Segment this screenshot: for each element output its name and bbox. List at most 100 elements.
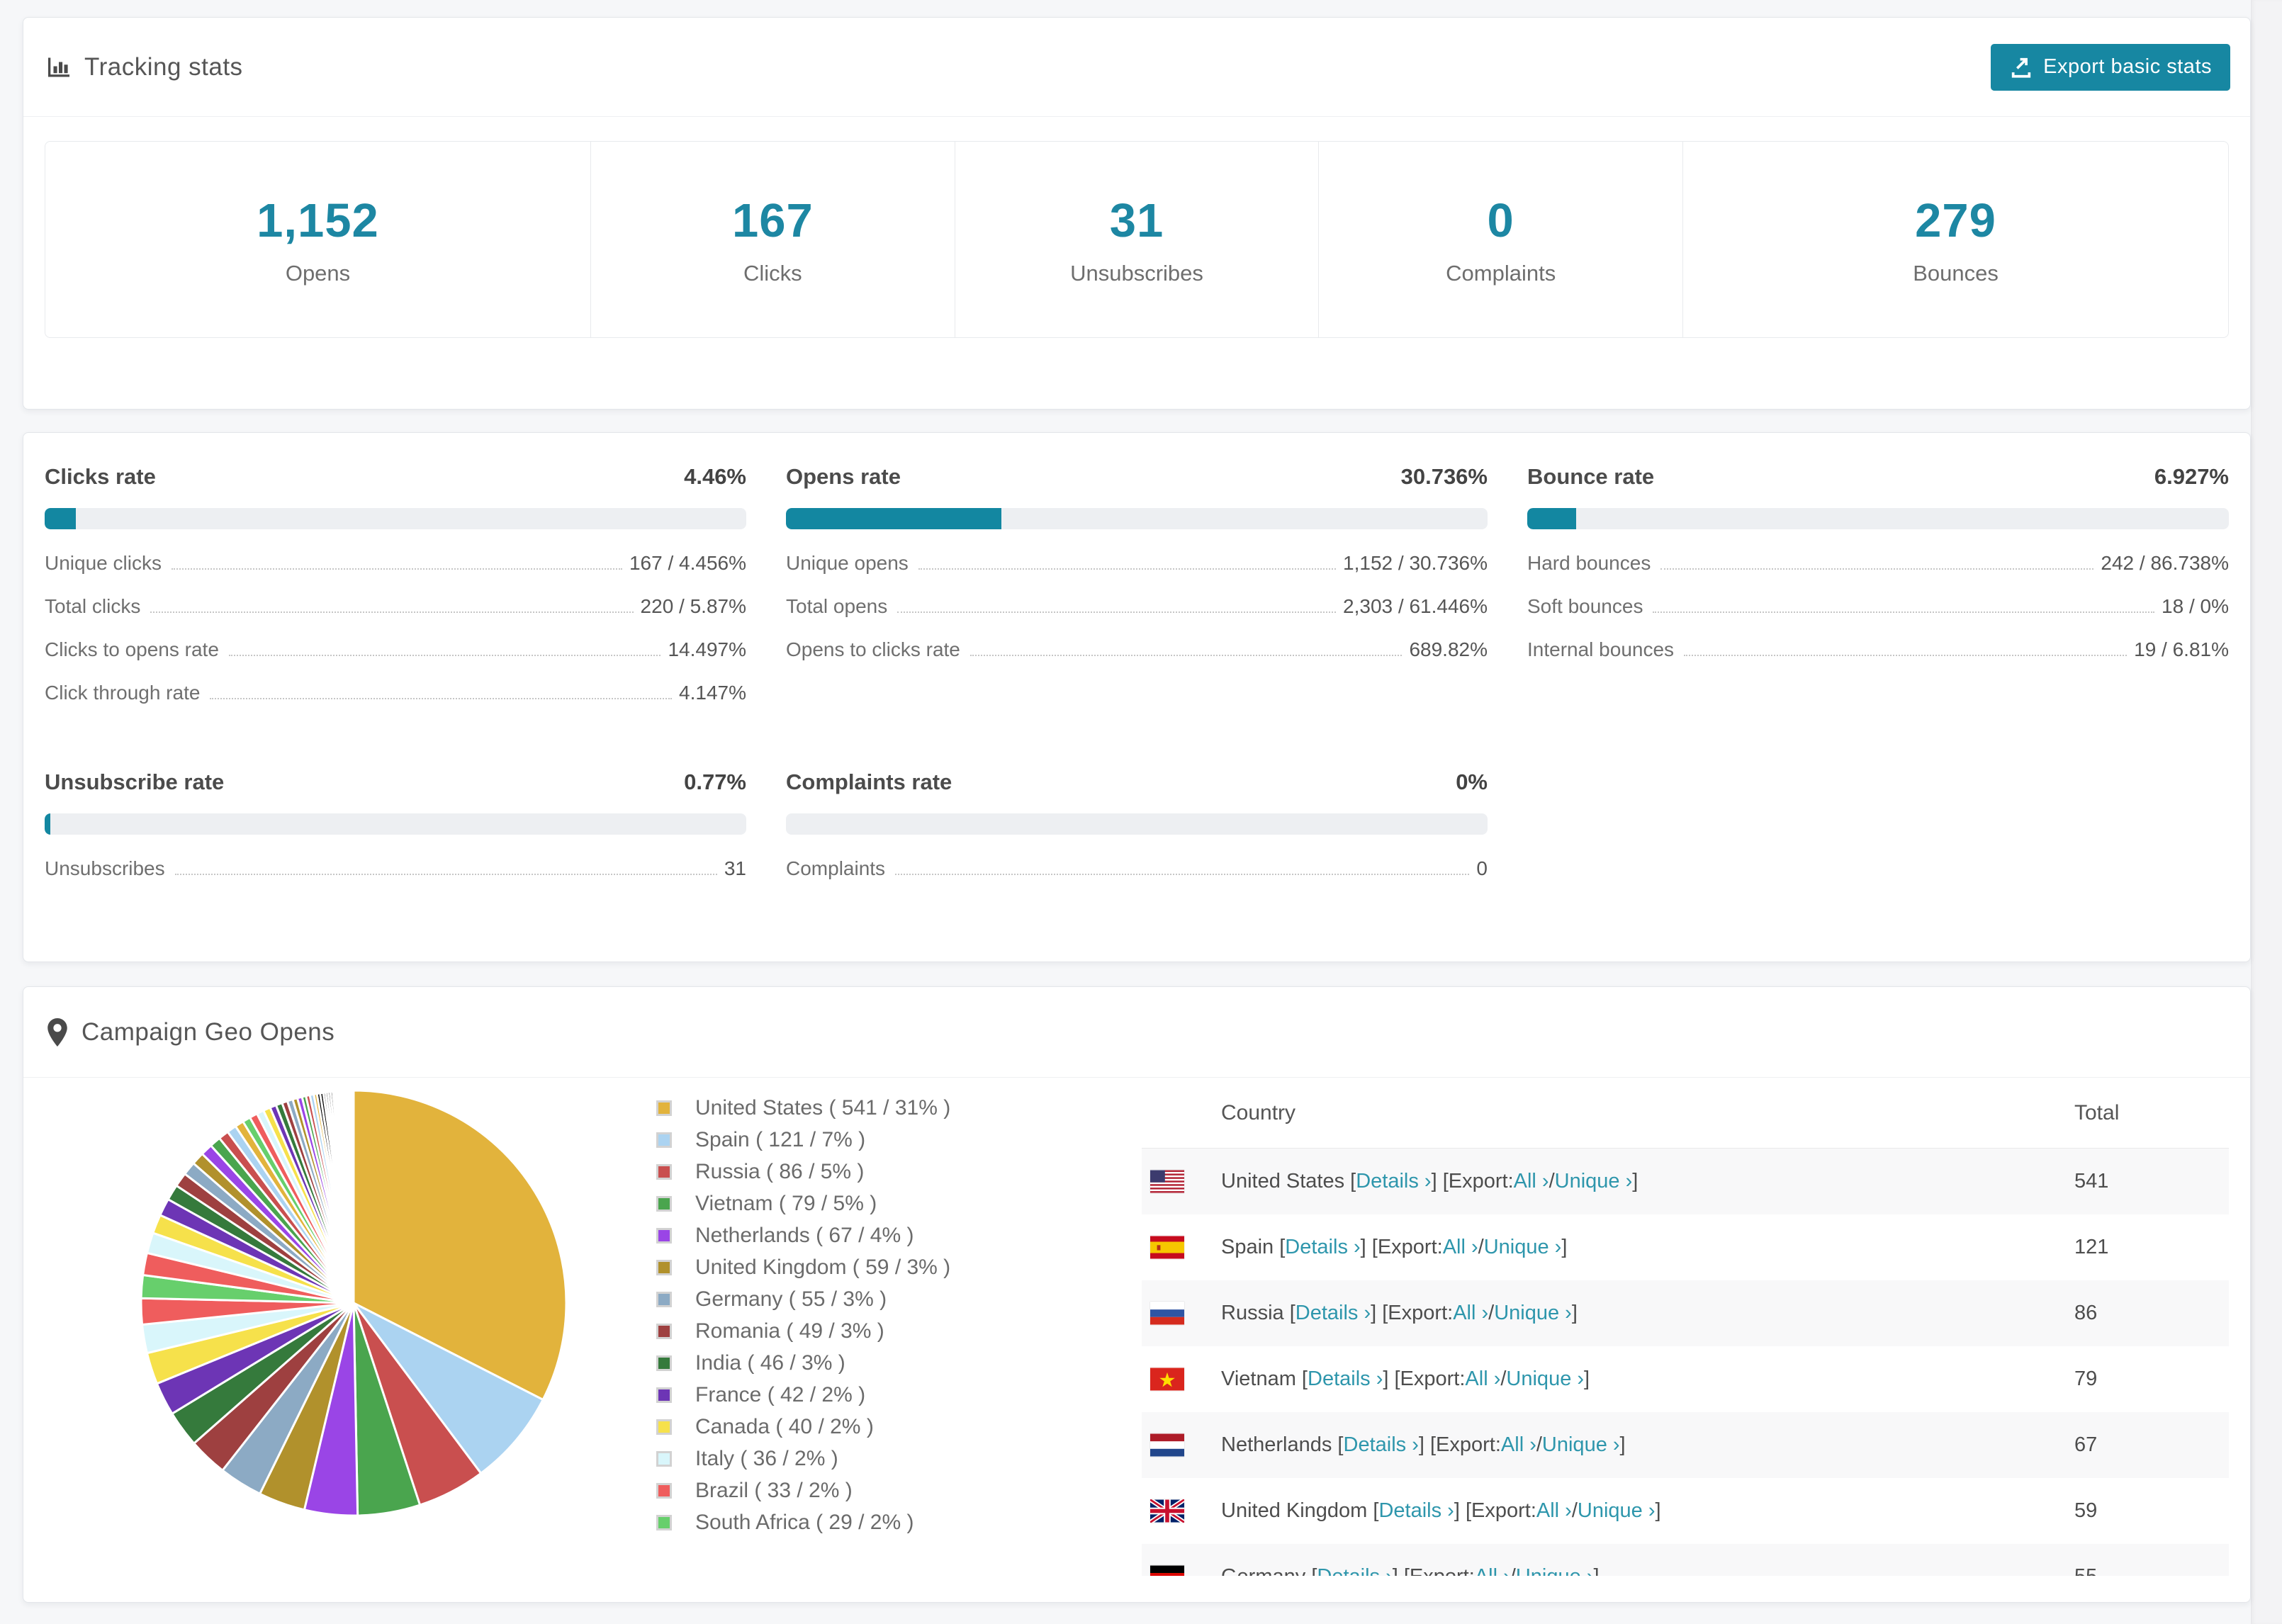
legend-item-canada[interactable]: Canada ( 40 / 2% ) [656,1415,1142,1439]
rate-detail-value: 14.497% [668,638,746,660]
stat-box-bounces: 279 Bounces [1682,142,2228,337]
legend-item-netherlands[interactable]: Netherlands ( 67 / 4% ) [656,1224,1142,1248]
legend-item-united-states[interactable]: United States ( 541 / 31% ) [656,1096,1142,1120]
details-link[interactable]: Details › [1285,1236,1360,1259]
geo-pie-legend: United States ( 541 / 31% ) Spain ( 121 /… [635,1078,1142,1576]
rate-progress-fill [786,508,1002,529]
export-all-link[interactable]: All › [1443,1236,1478,1259]
rate-progress-track [1527,508,2229,529]
rate-detail-row: Total opens 2,303 / 61.446% [786,595,1488,618]
rate-detail-row: Opens to clicks rate 689.82% [786,638,1488,661]
rate-detail-label: Soft bounces [1527,595,1643,617]
rate-value: 0.77% [684,769,746,794]
rate-progress-track [786,508,1488,529]
rate-panel-complaints-rate: Complaints rate 0% Complaints 0 [786,769,1488,880]
rate-detail-label: Unsubscribes [45,857,165,879]
geo-table-header: Country Total [1142,1078,2229,1149]
dotted-leader [1660,568,2094,570]
export-unique-link[interactable]: Unique › [1484,1236,1562,1259]
rate-detail-label: Opens to clicks rate [786,638,960,660]
legend-swatch [656,1260,672,1275]
export-all-link[interactable]: All › [1514,1170,1549,1193]
export-all-link[interactable]: All › [1475,1565,1510,1576]
rate-title: Unsubscribe rate [45,769,225,794]
flag-de-icon [1150,1565,1184,1576]
stat-box-opens: 1,152 Opens [45,142,590,337]
legend-item-germany[interactable]: Germany ( 55 / 3% ) [656,1287,1142,1312]
legend-label: United Kingdom ( 59 / 3% ) [695,1256,951,1279]
export-unique-link[interactable]: Unique › [1494,1302,1572,1325]
stat-box-complaints: 0 Complaints [1318,142,1682,337]
geo-table-column: Country Total United States [Details ›] … [1142,1078,2229,1576]
column-header-country: Country [1221,1100,1296,1124]
export-all-link[interactable]: All › [1453,1302,1488,1325]
export-all-link[interactable]: All › [1501,1433,1536,1457]
country-name: United States [1221,1170,1345,1192]
legend-item-russia[interactable]: Russia ( 86 / 5% ) [656,1160,1142,1184]
page-scrollbar[interactable] [2251,0,2282,1624]
export-unique-link[interactable]: Unique › [1516,1565,1594,1576]
details-link[interactable]: Details › [1308,1368,1383,1391]
rate-detail-row: Complaints 0 [786,857,1488,880]
geo-table-row-netherlands: Netherlands [Details ›] [Export: All › /… [1142,1412,2229,1478]
rate-detail-row: Unique clicks 167 / 4.456% [45,552,746,575]
legend-swatch [656,1515,672,1530]
geo-row-country-cell: Spain [Details ›] [Export: All › / Uniqu… [1142,1236,2074,1259]
export-all-link[interactable]: All › [1465,1368,1500,1391]
rate-detail-value: 18 / 0% [2162,595,2229,617]
details-link[interactable]: Details › [1378,1499,1454,1523]
details-link[interactable]: Details › [1317,1565,1392,1576]
legend-item-india[interactable]: India ( 46 / 3% ) [656,1351,1142,1375]
legend-swatch [656,1451,672,1467]
geo-row-total: 121 [2074,1236,2109,1258]
legend-label: India ( 46 / 3% ) [695,1351,845,1375]
legend-item-united-kingdom[interactable]: United Kingdom ( 59 / 3% ) [656,1256,1142,1280]
legend-item-vietnam[interactable]: Vietnam ( 79 / 5% ) [656,1192,1142,1216]
rate-detail-value: 4.147% [679,682,746,704]
details-link[interactable]: Details › [1356,1170,1431,1193]
export-all-link[interactable]: All › [1536,1499,1572,1523]
map-pin-icon [46,1017,69,1047]
legend-item-brazil[interactable]: Brazil ( 33 / 2% ) [656,1479,1142,1503]
dotted-leader [1684,655,2128,656]
legend-item-italy[interactable]: Italy ( 36 / 2% ) [656,1447,1142,1471]
pie-slice-65[interactable] [352,1089,355,1304]
rate-title: Clicks rate [45,464,156,489]
export-basic-stats-button[interactable]: Export basic stats [1991,43,2230,91]
legend-swatch [656,1164,672,1180]
rate-title: Opens rate [786,464,901,489]
tracking-stats-header: Tracking stats Export basic stats [23,18,2250,117]
legend-swatch [656,1100,672,1116]
legend-label: United States ( 541 / 31% ) [695,1096,951,1120]
rate-rows: Unique opens 1,152 / 30.736% Total opens 2,… [786,552,1488,661]
geo-table-row-spain: Spain [Details ›] [Export: All › / Uniqu… [1142,1214,2229,1280]
rate-detail-label: Total opens [786,595,888,617]
country-name: Vietnam [1221,1368,1296,1390]
export-unique-link[interactable]: Unique › [1555,1170,1633,1193]
stat-value: 31 [1109,193,1164,247]
rate-detail-row: Hard bounces 242 / 86.738% [1527,552,2229,575]
dotted-leader [897,611,1337,613]
legend-item-south-africa[interactable]: South Africa ( 29 / 2% ) [656,1511,1142,1535]
geo-opens-pie-chart[interactable] [134,1083,573,1523]
legend-swatch [656,1387,672,1403]
rate-detail-value: 220 / 5.87% [640,595,746,617]
export-unique-link[interactable]: Unique › [1506,1368,1584,1391]
details-link[interactable]: Details › [1344,1433,1419,1457]
rate-detail-value: 31 [724,857,746,879]
export-unique-link[interactable]: Unique › [1578,1499,1656,1523]
rate-detail-value: 689.82% [1409,638,1488,660]
column-header-total: Total [2074,1100,2120,1124]
dotted-leader [210,698,673,699]
geo-row-total: 79 [2074,1368,2098,1390]
details-link[interactable]: Details › [1295,1302,1371,1325]
rate-detail-value: 19 / 6.81% [2134,638,2229,660]
export-unique-link[interactable]: Unique › [1542,1433,1620,1457]
legend-item-romania[interactable]: Romania ( 49 / 3% ) [656,1319,1142,1343]
legend-item-france[interactable]: France ( 42 / 2% ) [656,1383,1142,1407]
rate-rows: Unsubscribes 31 [45,857,746,880]
legend-label: Italy ( 36 / 2% ) [695,1447,838,1470]
legend-label: France ( 42 / 2% ) [695,1383,866,1406]
legend-item-spain[interactable]: Spain ( 121 / 7% ) [656,1128,1142,1152]
geo-row-country-cell: Netherlands [Details ›] [Export: All › /… [1142,1433,2074,1457]
